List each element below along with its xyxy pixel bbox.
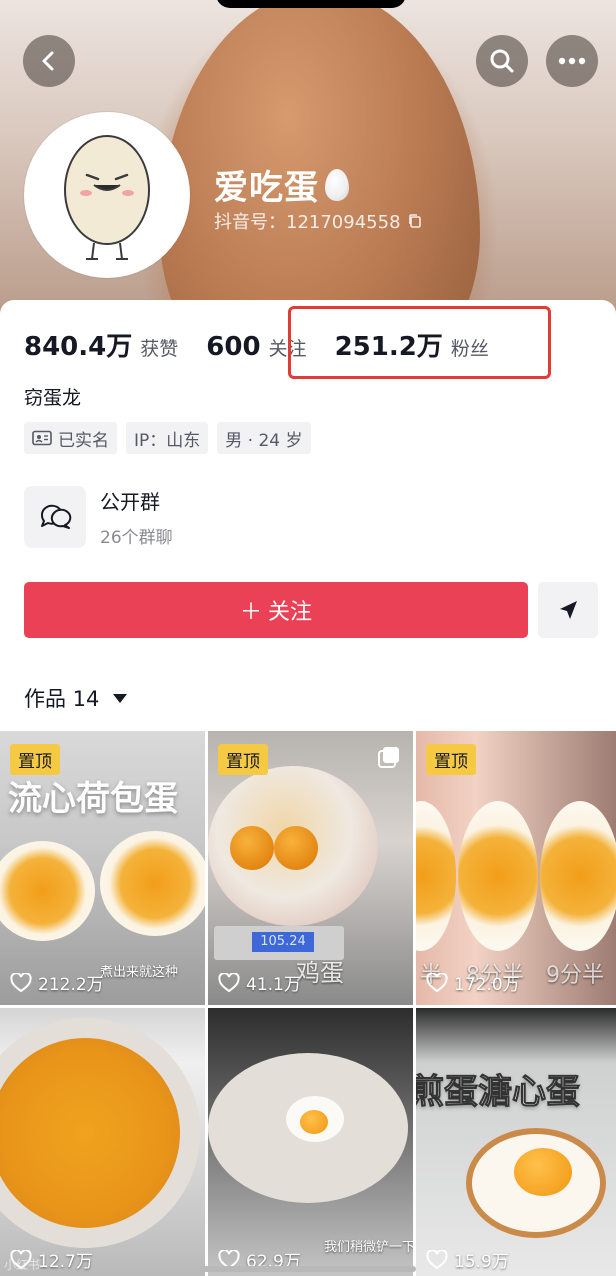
share-button[interactable] [538, 582, 598, 638]
video-likes: 41.1万 [218, 970, 301, 995]
device-notch [216, 0, 406, 8]
watermark: 小红书 [4, 1258, 41, 1272]
search-button[interactable] [476, 35, 528, 87]
following-count: 600 [206, 332, 261, 362]
tag-verified-label: 已实名 [58, 430, 109, 451]
likes-count: 41.1万 [246, 975, 301, 995]
follow-label: 关注 [268, 600, 313, 625]
public-group-entry[interactable]: 公开群 26个群聊 [24, 486, 173, 548]
tab-works[interactable]: 作品 14 [24, 683, 128, 713]
egg-half-left [0, 841, 95, 941]
avatar[interactable] [24, 112, 190, 278]
profile-tags: 已实名 IP：山东 男 · 24 岁 [24, 422, 311, 454]
tag-ip: IP：山东 [126, 422, 209, 454]
egg-slice-1 [416, 801, 456, 951]
video-subtitle: 煮出来就这种 [100, 965, 179, 980]
video-subtitle: 9分半 [546, 963, 604, 988]
yolk-right [274, 826, 318, 870]
video-likes: 15.9万 [426, 1247, 509, 1272]
video-subtitle: 我们稍微铲一下 [324, 1240, 413, 1255]
video-tile[interactable]: 12.7万 [0, 1008, 205, 1276]
group-subtitle: 26个群聊 [100, 528, 173, 548]
scale-reading: 105.24 [260, 934, 306, 949]
nickname-text: 爱吃蛋 [214, 168, 319, 208]
heart-icon [426, 972, 448, 992]
egg-character-icon [64, 135, 150, 260]
tag-ip-label: IP：山东 [134, 430, 201, 451]
egg-emoji-icon [325, 168, 349, 201]
tag-gender-age: 男 · 24 岁 [217, 422, 311, 454]
yolk-left [230, 826, 274, 870]
followers-highlight-box [288, 306, 551, 379]
likes-count: 172.0万 [454, 975, 520, 995]
send-arrow-icon [560, 601, 577, 619]
egg-half-right [100, 831, 205, 936]
multi-image-icon [378, 747, 399, 768]
video-title: 煎蛋溏心蛋 [416, 1072, 581, 1113]
egg-slice-3 [540, 801, 616, 951]
video-subtitle: 鸡蛋 [296, 959, 344, 987]
more-dots-icon [558, 57, 586, 65]
video-tile[interactable]: 煎蛋溏心蛋 15.9万 [416, 1008, 616, 1276]
caret-down-icon [113, 693, 128, 703]
video-likes: 212.2万 [10, 970, 104, 995]
likes-stat[interactable]: 840.4万 获赞 [24, 326, 178, 363]
group-text: 公开群 26个群聊 [100, 486, 173, 548]
pinned-badge: 置顶 [218, 744, 268, 775]
video-tile[interactable]: 置顶 流心荷包蛋 煮出来就这种 212.2万 [0, 731, 205, 1005]
heart-icon [10, 972, 32, 992]
heart-icon [426, 1249, 448, 1269]
scale-display: 105.24 [252, 932, 314, 952]
likes-count: 212.2万 [38, 975, 104, 995]
chevron-left-icon [42, 51, 54, 71]
fried-egg-yolk [514, 1148, 572, 1196]
home-indicator [200, 1266, 416, 1272]
follow-button[interactable]: ＋ 关注 [24, 582, 528, 638]
likes-count: 840.4万 [24, 332, 133, 362]
pinned-badge: 置顶 [10, 744, 60, 775]
more-button[interactable] [546, 35, 598, 87]
video-tile[interactable]: 我们稍微铲一下 62.9万 [208, 1008, 413, 1276]
douyin-id-text: 抖音号：1217094558 [214, 212, 401, 233]
likes-count: 12.7万 [38, 1252, 93, 1272]
video-grid: 置顶 流心荷包蛋 煮出来就这种 212.2万 置顶 105.24 鸡蛋 41.1… [0, 731, 616, 1276]
video-title: 流心荷包蛋 [8, 779, 178, 819]
likes-label: 获赞 [140, 338, 179, 360]
fried-egg-yolk [300, 1110, 328, 1134]
plus-icon: ＋ [239, 600, 262, 625]
search-icon [490, 49, 514, 73]
heart-icon [218, 972, 240, 992]
id-card-icon [32, 430, 52, 446]
video-tile[interactable]: 置顶 半 8分半 9分半 172.0万 [416, 731, 616, 1005]
likes-count: 15.9万 [454, 1252, 509, 1272]
pinned-badge: 置顶 [426, 744, 476, 775]
chat-bubbles-icon [40, 504, 72, 529]
profile-bio: 窃蛋龙 [24, 387, 82, 409]
video-likes: 172.0万 [426, 970, 520, 995]
back-button[interactable] [23, 35, 75, 87]
works-tab-label: 作品 14 [24, 687, 100, 711]
video-tile[interactable]: 置顶 105.24 鸡蛋 41.1万 [208, 731, 413, 1005]
profile-nickname: 爱吃蛋 [214, 160, 349, 209]
douyin-id[interactable]: 抖音号：1217094558 [214, 208, 423, 234]
egg-slice-2 [458, 801, 538, 951]
copy-icon [408, 214, 421, 228]
group-icon-box [24, 486, 86, 548]
tag-gender-age-label: 男 · 24 岁 [225, 430, 303, 451]
tag-verified: 已实名 [24, 422, 117, 454]
group-title: 公开群 [100, 490, 160, 514]
